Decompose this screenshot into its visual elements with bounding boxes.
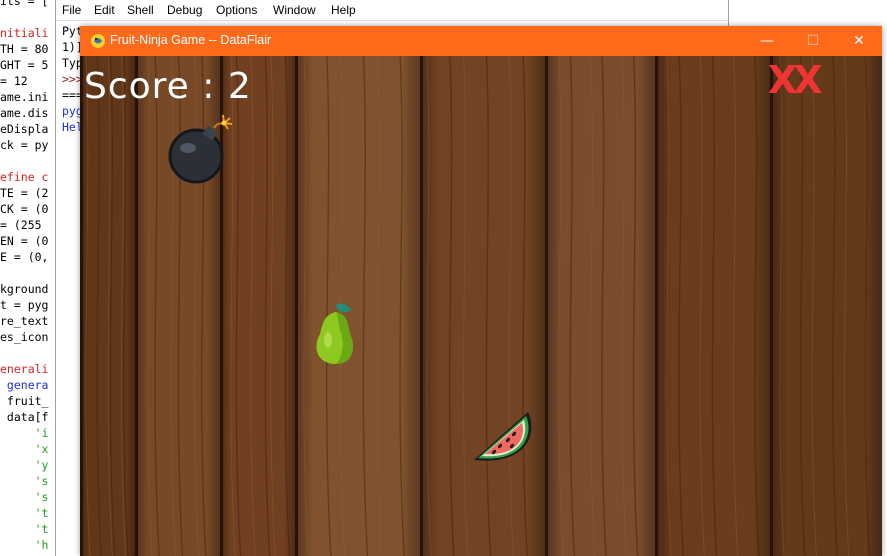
guava-icon[interactable] [310, 300, 362, 368]
close-button[interactable]: ✕ [836, 26, 882, 56]
code-line: nitiali [0, 26, 49, 40]
code-line: 'x [0, 442, 49, 456]
menu-help[interactable]: Help [331, 3, 356, 17]
code-editor-window: its = [ nitiali TH = 80 GHT = 5 = 12 ame.ini a… [0, 0, 60, 556]
close-icon: ✕ [853, 33, 865, 49]
menu-edit[interactable]: Edit [94, 3, 115, 17]
window-title: Fruit-Ninja Game -- DataFlair [110, 33, 272, 47]
score-label: Score : 2 [84, 66, 252, 107]
code-line: ame.ini [0, 90, 49, 104]
menu-debug[interactable]: Debug [167, 3, 202, 17]
code-line: ame.dis [0, 106, 49, 120]
shell-menubar: File Edit Shell Debug Options Window Help [56, 0, 728, 21]
code-line: TH = 80 [0, 42, 49, 56]
maximize-button[interactable]: ☐ [790, 26, 836, 56]
menu-options[interactable]: Options [216, 3, 257, 17]
code-line: es_icon [0, 330, 49, 344]
title-bar[interactable]: Fruit-Ninja Game -- DataFlair — ☐ ✕ [80, 26, 882, 56]
menu-shell[interactable]: Shell [127, 3, 154, 17]
code-line: fruit_ [0, 394, 49, 408]
watermelon-slice-icon[interactable] [468, 408, 538, 478]
code-line: 'y [0, 458, 49, 472]
code-line: kground [0, 282, 49, 296]
bomb-icon[interactable] [168, 114, 236, 184]
code-line: 's [0, 490, 49, 504]
code-line: data[f [0, 410, 49, 424]
code-line: 's [0, 474, 49, 488]
code-line: 't [0, 506, 49, 520]
code-line: 't [0, 522, 49, 536]
game-window: Fruit-Ninja Game -- DataFlair — ☐ ✕ Scor… [80, 26, 882, 556]
menu-window[interactable]: Window [273, 3, 316, 17]
code-line: eDispla [0, 122, 49, 136]
lives-lost-marks: XX [768, 58, 823, 102]
code-line: 'i [0, 426, 49, 440]
maximize-icon: ☐ [806, 33, 820, 49]
code-line: its = [ [0, 0, 49, 8]
code-line: 'h [0, 538, 49, 552]
code-line: efine c [0, 170, 49, 184]
game-canvas[interactable]: Score : 2 XX [80, 56, 882, 556]
minimize-icon: — [760, 33, 774, 49]
code-line: re_text [0, 314, 49, 328]
code-line: EN = (0 [0, 234, 49, 248]
code-line: E = (0, [0, 250, 49, 264]
code-line: = (255 [0, 218, 42, 232]
code-line: TE = (2 [0, 186, 49, 200]
code-line: genera [0, 378, 49, 392]
code-line: GHT = 5 [0, 58, 49, 72]
minimize-button[interactable]: — [744, 26, 790, 56]
code-line: = 12 [0, 74, 28, 88]
code-line: ck = py [0, 138, 49, 152]
pygame-snake-icon [91, 34, 105, 48]
code-line: t = pyg [0, 298, 49, 312]
code-line: enerali [0, 362, 49, 376]
code-line: CK = (0 [0, 202, 49, 216]
menu-file[interactable]: File [62, 3, 81, 17]
